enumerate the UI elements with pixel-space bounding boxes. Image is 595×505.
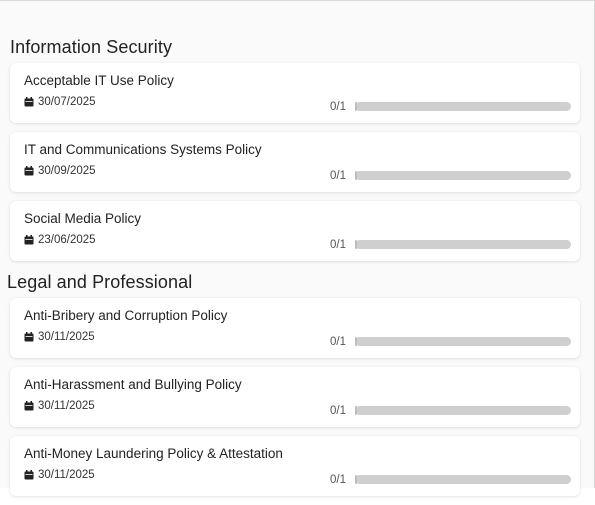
policy-title: Anti-Money Laundering Policy & Attestati… [24,446,283,461]
policy-title: IT and Communications Systems Policy [24,142,262,157]
progress-cap [355,475,357,484]
policy-title: Acceptable IT Use Policy [24,73,174,88]
policy-due-date: 30/11/2025 [24,469,95,481]
due-date-text: 30/11/2025 [38,469,95,481]
policy-due-date: 30/11/2025 [24,331,95,343]
calendar-icon [24,166,34,176]
policy-title: Anti-Harassment and Bullying Policy [24,377,242,392]
progress-bar [355,406,571,415]
policy-due-date: 23/06/2025 [24,234,96,246]
due-date-text: 30/07/2025 [38,96,96,108]
progress-bar [355,475,571,484]
progress-count: 0/1 [330,405,346,417]
policy-list: Information Security Acceptable IT Use P… [7,35,580,505]
calendar-icon [24,332,34,342]
progress-cap [355,337,357,346]
policy-card-social-media[interactable]: Social Media Policy 23/06/2025 0/1 [10,201,580,261]
policy-card-anti-harassment[interactable]: Anti-Harassment and Bullying Policy 30/1… [10,367,580,427]
due-date-text: 30/11/2025 [38,400,95,412]
calendar-icon [24,470,34,480]
progress-cap [355,171,357,180]
policy-card-anti-money-laundering[interactable]: Anti-Money Laundering Policy & Attestati… [10,436,580,496]
calendar-icon [24,235,34,245]
policy-list-panel: Information Security Acceptable IT Use P… [0,0,595,496]
calendar-icon [24,97,34,107]
progress-cap [355,406,357,415]
progress-cap [355,240,357,249]
policy-title: Social Media Policy [24,211,142,226]
policy-title: Anti-Bribery and Corruption Policy [24,308,228,323]
policy-due-date: 30/09/2025 [24,165,96,177]
policy-due-date: 30/11/2025 [24,400,95,412]
progress-count: 0/1 [330,239,346,251]
section-title-legal-and-professional: Legal and Professional [7,272,193,292]
policy-card-acceptable-it-use[interactable]: Acceptable IT Use Policy 30/07/2025 0/1 [10,63,580,123]
progress-bar [355,337,571,346]
due-date-text: 30/09/2025 [38,165,96,177]
progress-bar [355,171,571,180]
progress-count: 0/1 [330,474,346,486]
progress-bar [355,240,571,249]
policy-due-date: 30/07/2025 [24,96,96,108]
progress-cap [355,102,357,111]
progress-bar [355,102,571,111]
section-title-information-security: Information Security [10,37,173,57]
progress-count: 0/1 [330,101,346,113]
due-date-text: 30/11/2025 [38,331,95,343]
policy-card-anti-bribery[interactable]: Anti-Bribery and Corruption Policy 30/11… [10,298,580,358]
calendar-icon [24,401,34,411]
progress-count: 0/1 [330,336,346,348]
policy-card-it-communications-systems[interactable]: IT and Communications Systems Policy 30/… [10,132,580,192]
due-date-text: 23/06/2025 [38,234,96,246]
progress-count: 0/1 [330,170,346,182]
